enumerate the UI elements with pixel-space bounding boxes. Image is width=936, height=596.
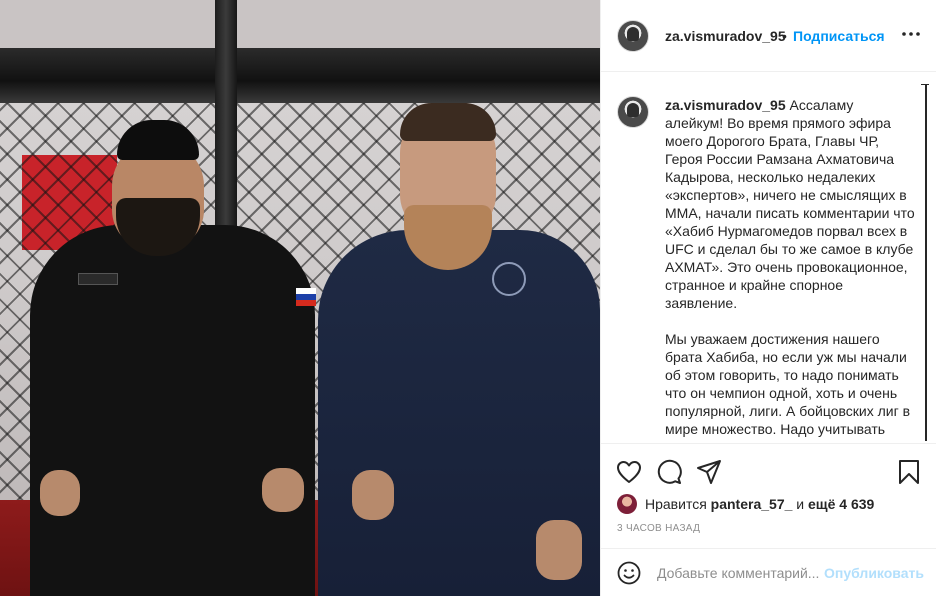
emoji-icon[interactable] <box>617 561 641 585</box>
author-avatar[interactable] <box>617 20 649 52</box>
post-photo[interactable] <box>0 0 600 596</box>
photo-cage-rail <box>0 48 600 103</box>
photo-person-left <box>30 225 315 596</box>
comment-input[interactable] <box>657 563 823 583</box>
paper-plane-icon[interactable] <box>695 458 723 486</box>
comments-area[interactable]: za.vismuradov_95 Ассаламу алейкум! Во вр… <box>601 84 921 441</box>
add-comment-bar: Опубликовать <box>601 548 936 596</box>
caption-author-avatar[interactable] <box>617 96 649 128</box>
photo-logo-badge <box>492 262 526 296</box>
comments-scrollbar[interactable] <box>925 84 927 441</box>
photo-person-right-hair <box>400 103 496 141</box>
liker-avatar[interactable] <box>617 494 637 514</box>
comments-scrollbar-cap <box>921 84 929 90</box>
likes-prefix: Нравится <box>645 496 711 512</box>
likes-middle: и <box>792 496 808 512</box>
follow-button[interactable]: Подписаться <box>793 28 885 44</box>
comment-icon[interactable] <box>655 458 683 486</box>
post-side-panel: za.vismuradov_95 • Подписаться za.vismur… <box>600 0 936 596</box>
author-username[interactable]: za.vismuradov_95 <box>665 28 786 44</box>
post-actions: Нравится pantera_57_ и ещё 4 639 3 часов… <box>601 443 936 596</box>
publish-button[interactable]: Опубликовать <box>824 565 924 581</box>
caption-username[interactable]: za.vismuradov_95 <box>665 97 786 113</box>
likes-count[interactable]: ещё 4 639 <box>808 496 874 512</box>
header-separator: • <box>782 28 787 44</box>
caption-text: Ассаламу алейкум! Во время прямого эфира… <box>665 97 915 437</box>
photo-name-patch <box>78 273 118 285</box>
bookmark-icon[interactable] <box>895 458 923 486</box>
post-header: za.vismuradov_95 • Подписаться <box>601 0 936 72</box>
likes-text: Нравится pantera_57_ и ещё 4 639 <box>645 496 874 512</box>
photo-hand <box>40 470 80 516</box>
heart-icon[interactable] <box>615 458 643 486</box>
photo-hand <box>536 520 582 580</box>
liker-username[interactable]: pantera_57_ <box>711 496 793 512</box>
post-timestamp[interactable]: 3 часов назад <box>617 523 700 534</box>
photo-flag-patch <box>296 288 316 306</box>
more-options-icon[interactable] <box>901 22 921 46</box>
photo-hand <box>352 470 394 520</box>
photo-hand <box>262 468 304 512</box>
post-caption: za.vismuradov_95 Ассаламу алейкум! Во вр… <box>665 96 915 438</box>
